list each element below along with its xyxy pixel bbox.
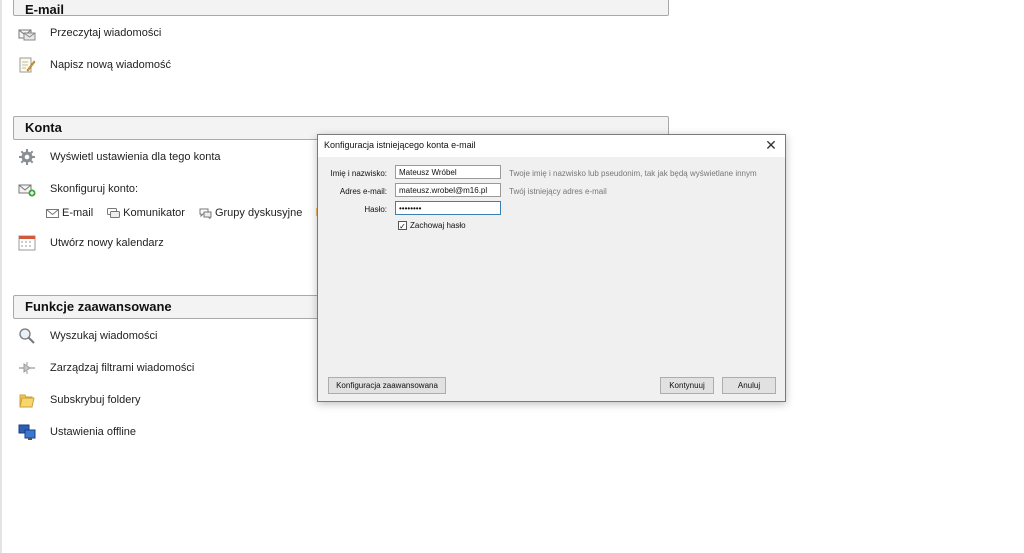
- action-setup-account: Skonfiguruj konto:: [18, 179, 138, 199]
- action-new-calendar[interactable]: Utwórz nowy kalendarz: [18, 233, 164, 253]
- action-label: Ustawienia offline: [50, 426, 137, 438]
- email-hint: Twój istniejący adres e-mail: [509, 187, 607, 196]
- account-type-label: Komunikator: [123, 207, 185, 219]
- section-title-advanced: Funkcje zaawansowane: [25, 299, 172, 314]
- dialog-title: Konfiguracja istniejącego konta e-mail: [324, 140, 476, 150]
- account-type-email[interactable]: E-mail: [46, 207, 93, 219]
- continue-button[interactable]: Kontynuuj: [660, 377, 714, 394]
- action-offline-settings[interactable]: Ustawienia offline: [18, 422, 136, 442]
- section-title-email: E-mail: [25, 2, 65, 17]
- password-label: Hasło:: [364, 205, 387, 214]
- dialog-titlebar[interactable]: Konfiguracja istniejącego konta e-mail ✕: [318, 135, 785, 157]
- action-search-messages[interactable]: Wyszukaj wiadomości: [18, 326, 158, 346]
- action-label: Utwórz nowy kalendarz: [50, 237, 164, 249]
- action-label: Zarządzaj filtrami wiadomości: [50, 362, 195, 374]
- cancel-button[interactable]: Anuluj: [722, 377, 776, 394]
- account-type-label: E-mail: [62, 207, 94, 219]
- password-field[interactable]: ••••••••: [395, 201, 501, 215]
- section-header-email: E-mail: [13, 0, 669, 17]
- remember-password-checkbox[interactable]: ✓ Zachowaj hasło: [398, 221, 466, 231]
- name-hint: Twoje imię i nazwisko lub pseudonim, tak…: [509, 169, 757, 178]
- action-label: Przeczytaj wiadomości: [50, 27, 162, 39]
- folder-icon: [18, 391, 36, 409]
- name-field[interactable]: Mateusz Wróbel: [395, 165, 501, 179]
- calendar-icon: [18, 234, 36, 252]
- account-type-list: E-mail Komunikator Grupy dyskusyjne: [46, 205, 325, 221]
- chat-icon: [107, 207, 121, 219]
- action-read-messages[interactable]: Przeczytaj wiadomości: [18, 23, 161, 43]
- advanced-config-button[interactable]: Konfiguracja zaawansowana: [328, 377, 446, 394]
- remember-password-label: Zachowaj hasło: [410, 221, 466, 230]
- action-manage-filters[interactable]: Zarządzaj filtrami wiadomości: [18, 358, 194, 378]
- account-type-chat[interactable]: Komunikator: [107, 207, 185, 219]
- newsgroup-icon: [199, 208, 212, 220]
- section-title-accounts: Konta: [25, 120, 62, 135]
- envelope-icon: [46, 208, 59, 219]
- gear-icon: [18, 148, 36, 166]
- action-view-account-settings[interactable]: Wyświetl ustawienia dla tego konta: [18, 147, 221, 167]
- name-label: Imię i nazwisko:: [330, 169, 387, 178]
- compose-icon: [18, 56, 36, 74]
- read-mail-icon: [18, 24, 36, 42]
- action-label: Skonfiguruj konto:: [50, 183, 139, 195]
- email-label: Adres e-mail:: [339, 187, 387, 196]
- search-icon: [18, 327, 36, 345]
- filter-icon: [18, 359, 36, 377]
- checkbox-box[interactable]: ✓: [398, 221, 407, 231]
- action-label: Wyszukaj wiadomości: [50, 330, 158, 342]
- action-compose-message[interactable]: Napisz nową wiadomość: [18, 55, 171, 75]
- window-left-border: [0, 0, 2, 553]
- email-field[interactable]: mateusz.wrobel@m16.pl: [395, 183, 501, 197]
- action-label: Napisz nową wiadomość: [50, 59, 172, 71]
- action-label: Wyświetl ustawienia dla tego konta: [50, 151, 221, 163]
- action-subscribe-folders[interactable]: Subskrybuj foldery: [18, 390, 141, 410]
- account-type-label: Grupy dyskusyjne: [214, 207, 303, 219]
- offline-icon: [18, 423, 36, 441]
- action-label: Subskrybuj foldery: [50, 394, 141, 406]
- add-account-icon: [18, 180, 36, 198]
- account-type-newsgroups[interactable]: Grupy dyskusyjne: [199, 207, 303, 220]
- close-icon[interactable]: ✕: [763, 137, 779, 153]
- account-setup-dialog: Konfiguracja istniejącego konta e-mail ✕…: [317, 134, 786, 402]
